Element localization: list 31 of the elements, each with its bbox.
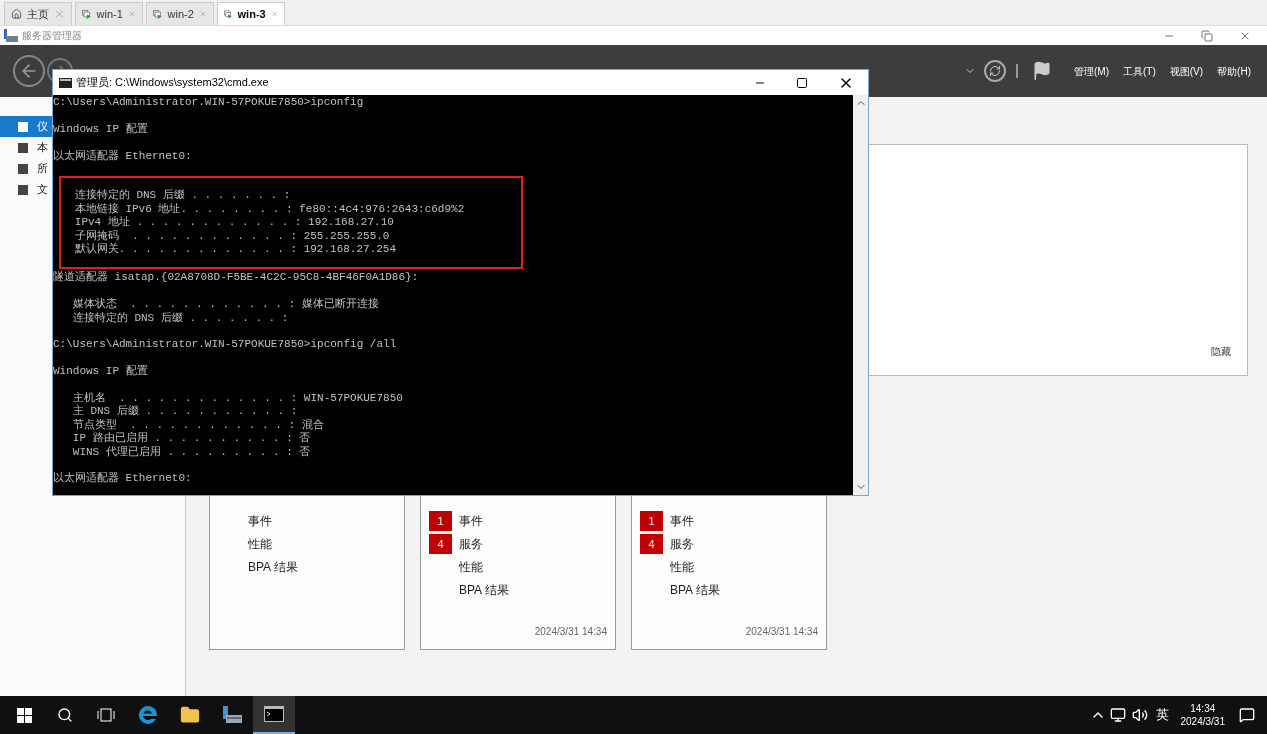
timestamp: 2024/3/31 14:34 [745,625,818,639]
console-line: Windows IP 配置 [53,365,149,379]
console-line: C:\Users\Administrator.WIN-57POKUE7850>ipconfig /all [53,338,398,352]
console-line: 默认网关. . . . . . . . . . . . . : 192.168.27.254 [73,243,398,257]
console-line: 以太网适配器 Ethernet0: [53,149,193,163]
console-line: 主 DNS 后缀 . . . . . . . . . . . : [71,405,299,419]
tab-label: win-3 [237,6,266,22]
tab-label: win-1 [96,6,123,22]
console-line: 连接特定的 DNS 后缀 . . . . . . . : [73,189,292,203]
console-line: 以太网适配器 Ethernet0: [53,472,193,486]
sidebar-label: 所 [37,161,48,177]
tab-label: win-2 [167,6,194,22]
sidebar-label: 本 [37,140,48,156]
console-line: 节点类型 . . . . . . . . . . . . : 混合 [71,418,325,432]
sidebar-label: 文 [37,182,48,198]
tab-label: 主页 [27,6,49,22]
console-line: 主机名 . . . . . . . . . . . . . : WIN-57POKUE7850 [71,392,404,405]
sidebar-label: 仪 [37,119,48,135]
console-line: 媒体状态 . . . . . . . . . . . . : 媒体已断开连接 [71,298,380,312]
console-line: 子网掩码 . . . . . . . . . . . . : 255.255.255.0 [73,229,391,243]
console-line: 隧道适配器 isatap.{02A8708D-F5BE-4C2C-95C8-4BF46F0A1D86}: [53,271,420,285]
timestamp: 2024/3/31 14:34 [534,625,607,639]
console-line: 本地链接 IPv6 地址. . . . . . . . : fe80::4c4:976:2643:c6d9%2 [73,202,466,216]
console-line: Windows IP 配置 [53,122,149,137]
console-line: IP 路由已启用 . . . . . . . . . . : 否 [71,432,312,446]
console-line: IPv4 地址 . . . . . . . . . . . . : 192.168.27.10 [73,216,395,230]
console-line: WINS 代理已启用 . . . . . . . . . : 否 [71,445,312,460]
window-title: 管理员: C:\Windows\system32\cmd.exe [76,75,269,91]
console-line: C:\Users\Administrator.WIN-57POKUE7850>ipconfig [53,96,365,110]
window-title: 服务器管理器 [22,29,82,43]
console-line: 连接特定的 DNS 后缀 . . . . . . . : [71,311,290,326]
